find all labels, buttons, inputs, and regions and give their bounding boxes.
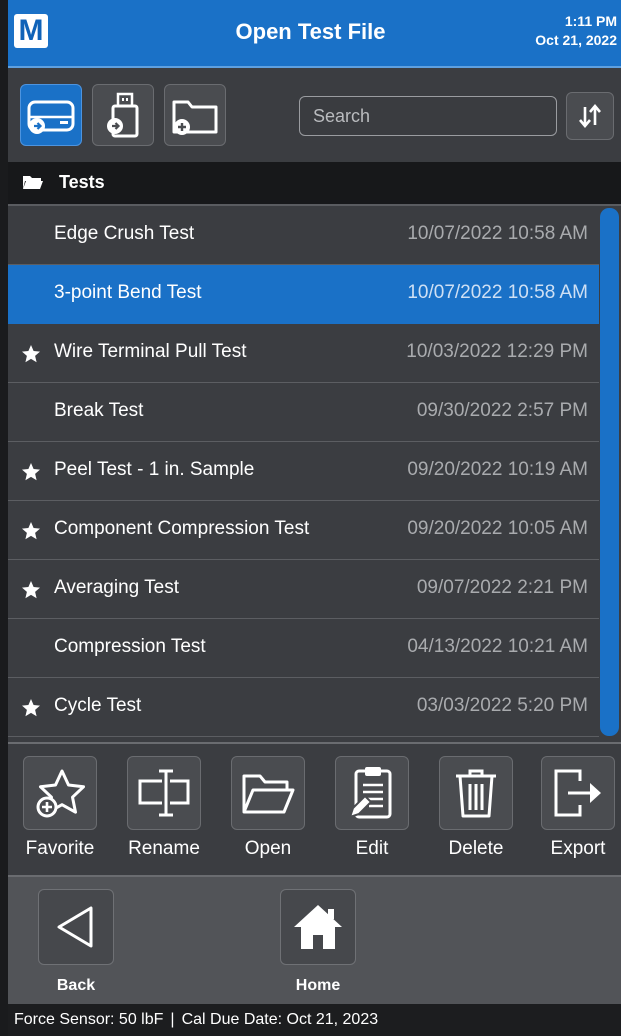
sensor-status: Force Sensor: 50 lbF bbox=[14, 1011, 164, 1028]
test-name: Averaging Test bbox=[54, 577, 179, 598]
rename-button[interactable]: Rename bbox=[112, 756, 216, 860]
test-list-item[interactable]: Peel Test - 1 in. Sample 09/20/2022 10:19… bbox=[8, 442, 599, 501]
test-list-item[interactable]: Cycle Test 03/03/2022 5:20 PM bbox=[8, 678, 599, 737]
header-bar: M Open Test File 1:11 PM Oct 21, 2022 bbox=[0, 0, 621, 68]
status-separator: | bbox=[170, 1011, 175, 1028]
search-input[interactable]: Search bbox=[299, 96, 557, 136]
rename-label: Rename bbox=[128, 838, 200, 859]
test-list-item[interactable]: Break Test 09/30/2022 2:57 PM bbox=[8, 383, 599, 442]
back-label: Back bbox=[56, 977, 96, 994]
clock-date: Oct 21, 2022 bbox=[535, 32, 617, 48]
home-label: Home bbox=[295, 977, 341, 994]
sort-button[interactable] bbox=[566, 92, 614, 140]
test-list-item[interactable]: Compression Test 04/13/2022 10:21 AM bbox=[8, 619, 599, 678]
test-name: Peel Test - 1 in. Sample bbox=[54, 459, 255, 480]
test-list-item[interactable]: Component Compression Test 09/20/2022 10:… bbox=[8, 501, 599, 560]
home-button[interactable] bbox=[280, 889, 356, 965]
calibration-due-date: Cal Due Date: Oct 21, 2023 bbox=[181, 1011, 379, 1028]
test-date: 03/03/2022 5:20 PM bbox=[416, 695, 588, 716]
export-button[interactable]: Export bbox=[526, 756, 621, 860]
test-list-item[interactable]: Wire Terminal Pull Test 10/03/2022 12:29 … bbox=[8, 324, 599, 383]
export-button-box[interactable] bbox=[541, 756, 615, 830]
trash-icon bbox=[456, 769, 496, 818]
export-label: Export bbox=[550, 838, 606, 859]
favorite-star-icon bbox=[22, 345, 40, 363]
clock-time: 1:11 PM bbox=[564, 13, 617, 29]
favorite-button[interactable]: Favorite bbox=[8, 756, 112, 860]
test-date: 09/30/2022 2:57 PM bbox=[416, 400, 588, 421]
edit-button-box[interactable] bbox=[335, 756, 409, 830]
test-name: Wire Terminal Pull Test bbox=[54, 341, 247, 362]
rename-icon bbox=[138, 769, 190, 817]
open-button-box[interactable] bbox=[231, 756, 305, 830]
test-name: Cycle Test bbox=[54, 695, 142, 716]
page-title: Open Test File bbox=[235, 19, 386, 44]
folder-label: Tests bbox=[59, 172, 105, 192]
new-folder-icon bbox=[172, 100, 218, 135]
usb-drive-button[interactable] bbox=[92, 84, 154, 146]
open-folder-icon bbox=[242, 774, 295, 814]
favorite-add-icon bbox=[36, 769, 85, 818]
test-date: 10/07/2022 10:58 AM bbox=[407, 223, 588, 244]
test-date: 09/20/2022 10:05 AM bbox=[407, 518, 588, 539]
favorite-label: Favorite bbox=[25, 838, 95, 859]
export-icon bbox=[554, 769, 601, 817]
action-bar: Favorite Rename Open Edit Delete Export bbox=[8, 744, 621, 875]
left-edge bbox=[0, 0, 8, 1036]
scrollbar-thumb[interactable] bbox=[600, 208, 619, 736]
test-name: Compression Test bbox=[54, 636, 206, 657]
navigation-bar: Back Home bbox=[8, 877, 621, 1004]
test-name: Break Test bbox=[54, 400, 144, 421]
folder-path-bar: Tests bbox=[8, 162, 621, 206]
test-list: Edge Crush Test 10/07/2022 10:58 AM 3-poin… bbox=[8, 206, 599, 742]
rename-button-box[interactable] bbox=[127, 756, 201, 830]
delete-button-box[interactable] bbox=[439, 756, 513, 830]
favorite-star-icon bbox=[22, 581, 40, 599]
new-folder-button[interactable] bbox=[164, 84, 226, 146]
test-list-item[interactable]: 3-point Bend Test 10/07/2022 10:58 AM bbox=[8, 265, 599, 324]
test-name: 3-point Bend Test bbox=[54, 282, 202, 303]
edit-clipboard-icon bbox=[348, 767, 392, 819]
delete-label: Delete bbox=[448, 838, 504, 859]
favorite-button-box[interactable] bbox=[23, 756, 97, 830]
back-button[interactable] bbox=[38, 889, 114, 965]
edit-label: Edit bbox=[355, 838, 389, 859]
delete-button[interactable]: Delete bbox=[424, 756, 528, 860]
test-list-item[interactable]: Edge Crush Test 10/07/2022 10:58 AM bbox=[8, 206, 599, 265]
test-date: 04/13/2022 10:21 AM bbox=[407, 636, 588, 657]
usb-drive-icon bbox=[107, 92, 139, 138]
test-date: 09/20/2022 10:19 AM bbox=[407, 459, 588, 480]
open-button[interactable]: Open bbox=[216, 756, 320, 860]
home-icon bbox=[294, 905, 342, 949]
open-folder-icon bbox=[23, 176, 43, 189]
favorite-star-icon bbox=[22, 699, 40, 717]
internal-drive-button[interactable] bbox=[20, 84, 82, 146]
open-label: Open bbox=[244, 838, 292, 859]
clock: 1:11 PM Oct 21, 2022 bbox=[535, 12, 617, 50]
back-arrow-icon bbox=[57, 906, 93, 948]
app-frame: M Open Test File 1:11 PM Oct 21, 2022 Se… bbox=[0, 0, 621, 1036]
toolbar: Search bbox=[8, 68, 621, 162]
favorite-star-icon bbox=[22, 463, 40, 481]
test-date: 10/03/2022 12:29 PM bbox=[406, 341, 588, 362]
test-list-item[interactable]: Averaging Test 09/07/2022 2:21 PM bbox=[8, 560, 599, 619]
test-date: 09/07/2022 2:21 PM bbox=[416, 577, 588, 598]
test-name: Edge Crush Test bbox=[54, 223, 195, 244]
test-name: Component Compression Test bbox=[54, 518, 310, 539]
drive-icon bbox=[27, 100, 75, 134]
status-bar: Force Sensor: 50 lbF | Cal Due Date: Oct 2… bbox=[8, 1004, 621, 1036]
edit-button[interactable]: Edit bbox=[320, 756, 424, 860]
test-date: 10/07/2022 10:58 AM bbox=[407, 282, 588, 303]
favorite-star-icon bbox=[22, 522, 40, 540]
sort-icon bbox=[579, 103, 601, 129]
